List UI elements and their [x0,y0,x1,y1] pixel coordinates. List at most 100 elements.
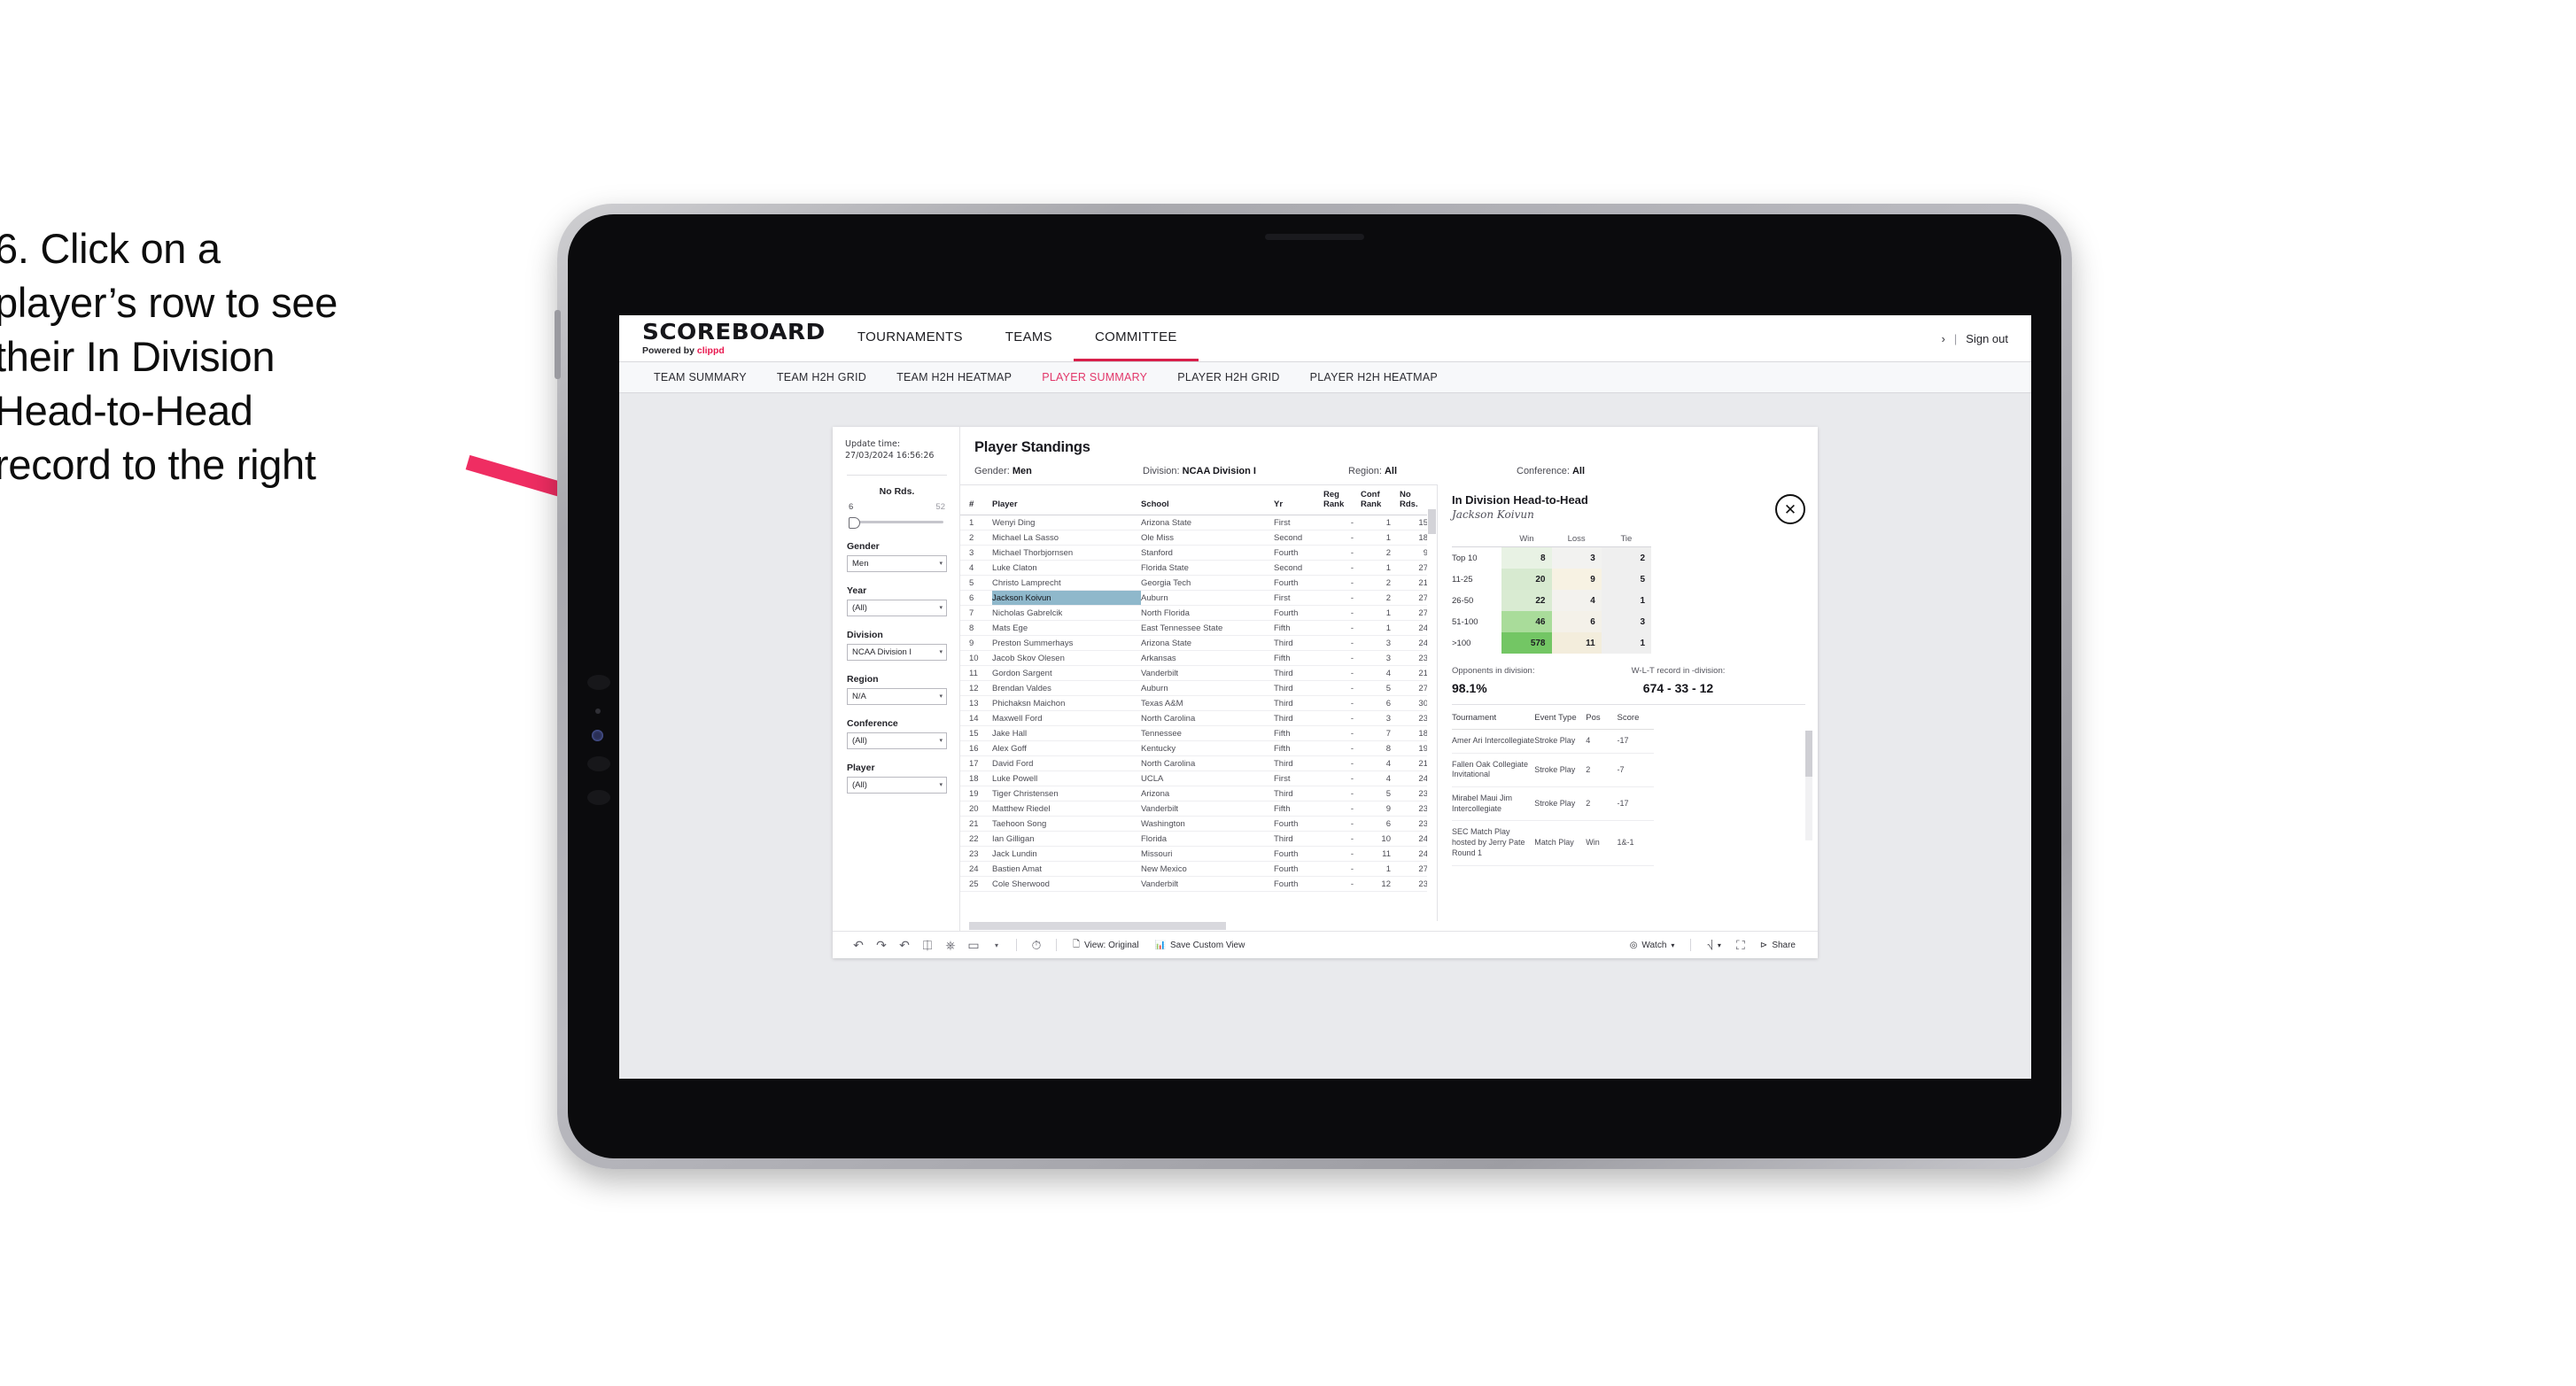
tournament-scrollbar-thumb[interactable] [1805,731,1812,777]
heatmap-row[interactable]: Top 10 8 3 2 [1452,546,1651,569]
shape-icon[interactable]: ▭ [962,936,985,954]
table-row[interactable]: 7 Nicholas Gabrelcik North Florida Fourth -1… [960,605,1437,621]
col-school[interactable]: School [1141,485,1274,515]
chevron-down-icon[interactable]: ▾ [939,648,943,655]
heatmap-row[interactable]: 51-100 46 6 3 [1452,611,1651,632]
chevron-right-icon[interactable]: › [1942,332,1945,345]
fullscreen-icon[interactable]: ⛶ [1729,936,1752,954]
no-rounds-slider[interactable] [847,515,947,529]
tab-player-summary[interactable]: PLAYER SUMMARY [1027,371,1162,383]
undo-icon[interactable]: ↶ [847,936,870,954]
filter-conference: Conference (All) ▾ [845,718,949,749]
table-row[interactable]: 24Bastien AmatNew MexicoFourth-1272 [960,861,1437,877]
shape-caret-icon[interactable]: ▾ [985,936,1008,954]
filter-select[interactable]: (All) ▾ [847,732,947,749]
table-row[interactable]: 16Alex GoffKentuckyFifth-8190 [960,740,1437,756]
scrollbar-thumb[interactable] [1428,509,1436,534]
table-row[interactable]: 18Luke PowellUCLAFirst-4241 [960,770,1437,786]
tournament-row[interactable]: Fallen Oak Collegiate Invitational Stroke… [1452,753,1654,788]
table-row[interactable]: 2Michael La SassoOle MissSecond-1180 [960,530,1437,546]
download-button[interactable]: ⎷ ▾ [1699,941,1729,950]
nav-tournaments[interactable]: TOURNAMENTS [836,315,984,361]
nav-committee[interactable]: COMMITTEE [1073,315,1199,361]
col-player[interactable]: Player [992,485,1141,515]
chevron-down-icon[interactable]: ▾ [939,560,943,567]
cell-conf: 7 [1361,725,1400,741]
share-label: Share [1772,940,1796,950]
table-row[interactable]: 17David FordNorth CarolinaThird-4211 [960,755,1437,771]
table-row[interactable]: 25Cole SherwoodVanderbiltFourth-12231 [960,876,1437,892]
clock-icon[interactable]: ⏱ [1025,936,1048,954]
cell-school: Texas A&M [1141,695,1274,711]
share-button[interactable]: ⊳ Share [1752,941,1804,950]
table-row[interactable]: 5 Christo Lamprecht Georgia Tech Fourth -2 21… [960,575,1437,591]
filter-select[interactable]: (All) ▾ [847,599,947,616]
tournament-pos: 4 [1586,729,1618,754]
heatmap-row[interactable]: 26-50 22 4 1 [1452,590,1651,611]
table-row[interactable]: 23Jack LundinMissouriFourth-11240 [960,846,1437,862]
pause-icon[interactable]: ⎈ [939,936,962,954]
tab-team-h2h-grid[interactable]: TEAM H2H GRID [762,371,881,383]
redo-icon[interactable]: ↷ [870,936,893,954]
table-row[interactable]: 10Jacob Skov OlesenArkansasFifth-3230 [960,650,1437,666]
chevron-down-icon[interactable]: ▾ [939,693,943,700]
table-row[interactable]: 3Michael ThorbjornsenStanfordFourth-291 [960,545,1437,561]
table-row[interactable]: 13Phichaksn MaichonTexas A&MThird-6301 [960,695,1437,711]
filter-select[interactable]: N/A ▾ [847,687,947,705]
tournament-row[interactable]: Mirabel Maui Jim Intercollegiate Stroke P… [1452,786,1654,822]
slider-handle[interactable] [849,516,860,529]
table-row[interactable]: 12Brendan ValdesAuburnThird-5270 [960,680,1437,696]
filter-value: NCAA Division I [852,647,912,657]
table-row[interactable]: 1Wenyi DingArizona StateFirst-1151 [960,515,1437,530]
table-row[interactable]: 21Taehoon SongWashingtonFourth-6231 [960,816,1437,832]
table-row[interactable]: 20Matthew RiedelVanderbiltFifth-9230 [960,801,1437,817]
watch-button[interactable]: ◎ Watch ▾ [1622,941,1683,950]
tab-player-h2h-heatmap[interactable]: PLAYER H2H HEATMAP [1295,371,1453,383]
tab-team-summary[interactable]: TEAM SUMMARY [639,371,762,383]
tournament-scrollbar[interactable] [1805,731,1812,840]
tournament-row[interactable]: SEC Match Play hosted by Jerry Pate Roun… [1452,820,1654,866]
table-row[interactable]: 15Jake HallTennesseeFifth-7180 [960,725,1437,741]
chevron-down-icon[interactable]: ▾ [939,604,943,611]
nav-teams[interactable]: TEAMS [984,315,1074,361]
table-row[interactable]: 11Gordon SargentVanderbiltThird-4210 [960,665,1437,681]
table-row[interactable]: 9 Preston Summerhays Arizona State Third -3 2… [960,635,1437,651]
col-reg-rank[interactable]: Reg Rank [1323,485,1361,515]
table-vertical-scrollbar[interactable] [1427,509,1437,921]
chevron-down-icon[interactable]: ▾ [939,737,943,744]
col-conf-rank[interactable]: Conf Rank [1361,485,1400,515]
heatmap-row[interactable]: >100 578 11 1 [1452,632,1651,654]
col-yr[interactable]: Yr [1274,485,1323,515]
cell-yr: First [1274,590,1323,606]
filter-select[interactable]: Men ▾ [847,554,947,572]
table-row[interactable]: 6Jackson KoivunAuburnFirst-2271 [960,590,1437,606]
cell-num: 13 [960,695,992,711]
filter-select[interactable]: NCAA Division I ▾ [847,643,947,661]
cell-school: UCLA [1141,770,1274,786]
hscrollbar-thumb[interactable] [969,922,1226,930]
table-horizontal-scrollbar[interactable] [960,921,1818,931]
table-row[interactable]: 14Maxwell FordNorth CarolinaThird-3230 [960,710,1437,726]
view-original-button[interactable]: 🗋 View: Original [1065,938,1147,953]
save-view-icon: 📊 [1154,940,1167,950]
meta-region: Region: All [1348,466,1517,476]
tournament-type: Stroke Play [1534,786,1587,822]
chevron-down-icon[interactable]: ▾ [939,781,943,788]
table-row[interactable]: 8Mats EgeEast Tennessee StateFifth-1242 [960,620,1437,636]
tab-team-h2h-heatmap[interactable]: TEAM H2H HEATMAP [881,371,1027,383]
heatmap-row[interactable]: 11-25 20 9 5 [1452,569,1651,590]
refresh-icon[interactable]: ⎅ [916,936,939,954]
brand-logo[interactable]: SCOREBOARD Powered by clippd [619,315,836,361]
filter-select[interactable]: (All) ▾ [847,776,947,794]
sign-out-link[interactable]: Sign out [1966,332,2008,345]
table-row[interactable]: 4Luke ClatonFlorida StateSecond-1272 [960,560,1437,576]
volume-button[interactable] [555,310,561,379]
close-icon[interactable]: ✕ [1775,494,1805,524]
tab-player-h2h-grid[interactable]: PLAYER H2H GRID [1162,371,1294,383]
table-row[interactable]: 22Ian GilliganFloridaThird-10241 [960,831,1437,847]
revert-icon[interactable]: ↶ [893,936,916,954]
table-row[interactable]: 19Tiger ChristensenArizonaThird-5232 [960,786,1437,801]
col-rank[interactable]: # [960,485,992,515]
save-custom-view-button[interactable]: 📊 Save Custom View [1147,941,1253,950]
tournament-row[interactable]: Amer Ari Intercollegiate Stroke Play 4 -17 [1452,729,1654,754]
